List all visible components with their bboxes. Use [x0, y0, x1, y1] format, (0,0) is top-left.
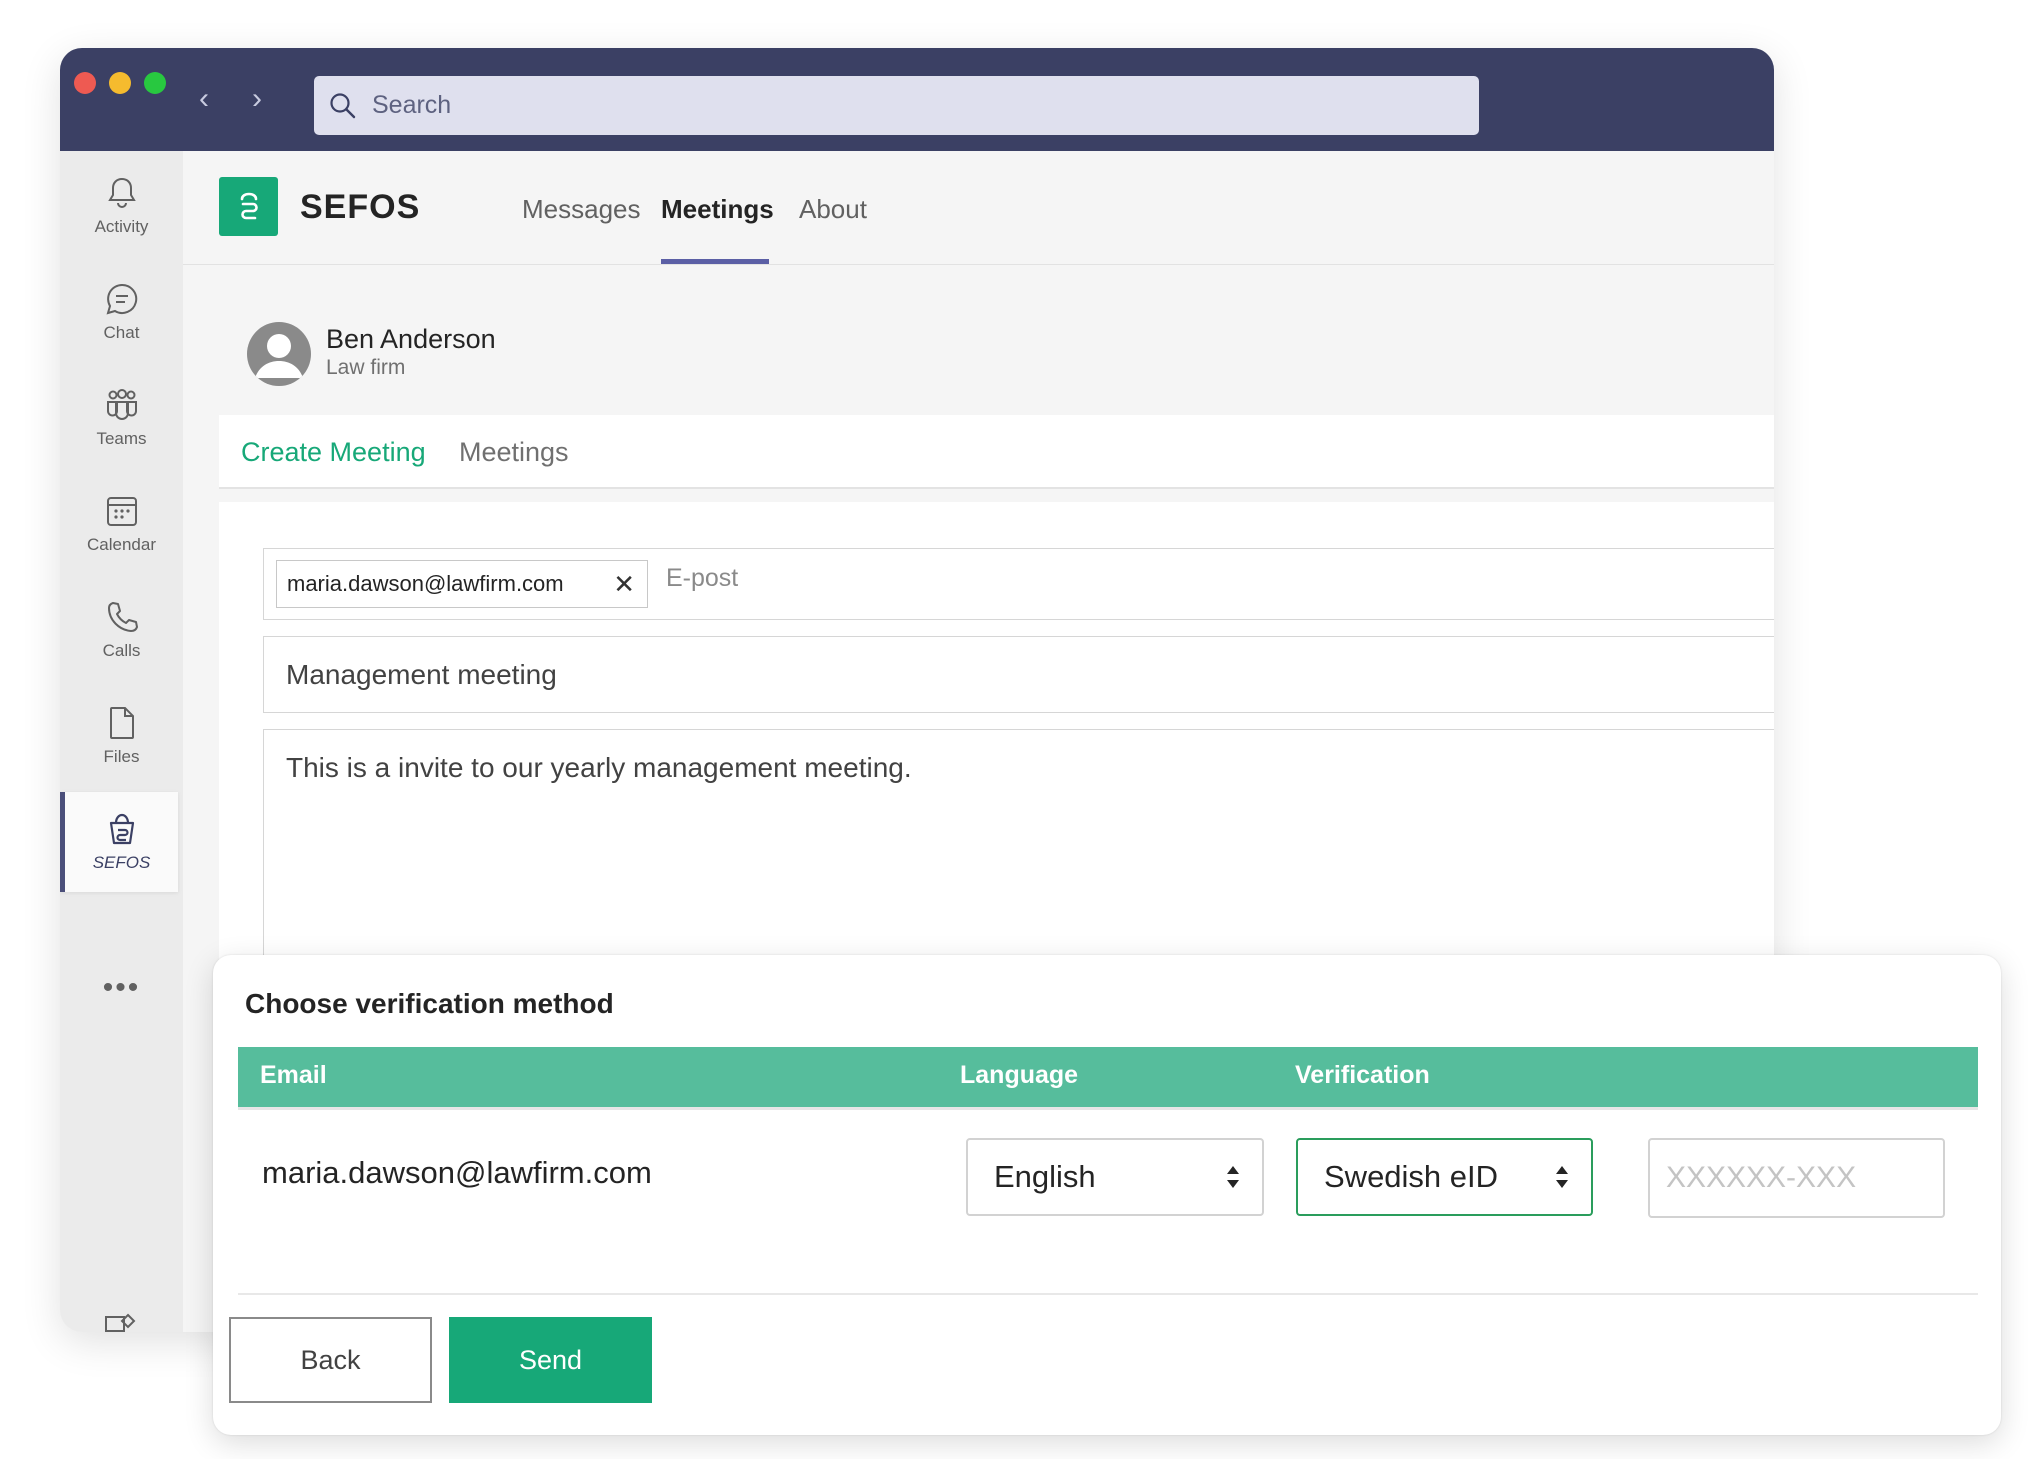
sefos-icon — [109, 813, 134, 845]
user-avatar-icon — [255, 334, 303, 378]
forward-arrow-icon[interactable]: › — [243, 84, 271, 116]
recipient-field[interactable]: maria.dawson@lawfirm.com ✕ — [263, 548, 1774, 620]
search-icon — [330, 92, 356, 118]
language-select[interactable]: English — [966, 1138, 1264, 1216]
subtab-create-meeting[interactable]: Create Meeting — [241, 437, 426, 468]
app-header: SEFOS Messages Meetings About — [183, 151, 1774, 265]
verification-select[interactable]: Swedish eID — [1296, 1138, 1593, 1216]
avatar — [247, 322, 311, 386]
rail-item-chat[interactable]: Chat — [60, 262, 183, 362]
active-tab-indicator — [661, 259, 769, 264]
apps-store-icon[interactable] — [104, 1311, 140, 1332]
search-input[interactable] — [370, 90, 1374, 121]
file-icon — [109, 707, 134, 739]
recipient-chip-label: maria.dawson@lawfirm.com — [287, 571, 564, 596]
search-bar[interactable] — [314, 76, 1479, 135]
subtab-meetings[interactable]: Meetings — [459, 437, 569, 468]
table-header: Email Language Verification — [238, 1047, 1978, 1110]
user-name: Ben Anderson — [326, 324, 496, 354]
chat-icon — [106, 283, 137, 315]
personal-id-input[interactable] — [1648, 1138, 1945, 1218]
row-email-value: maria.dawson@lawfirm.com — [262, 1155, 652, 1190]
subject-input[interactable] — [263, 636, 1774, 713]
rail-item-files[interactable]: Files — [60, 686, 183, 786]
brand-name: SEFOS — [300, 188, 421, 226]
meeting-subtabs: Create Meeting Meetings — [219, 415, 1774, 489]
rail-label: Teams — [96, 429, 147, 448]
verification-modal: Choose verification method Email Languag… — [213, 955, 2001, 1435]
modal-divider — [238, 1293, 1978, 1295]
rail-item-sefos[interactable]: SEFOS — [60, 792, 178, 892]
tab-meetings[interactable]: Meetings — [661, 194, 774, 225]
close-window-button[interactable] — [74, 72, 96, 94]
modal-title: Choose verification method — [245, 988, 614, 1019]
verification-select-value: Swedish eID — [1324, 1159, 1499, 1194]
tab-about[interactable]: About — [799, 194, 867, 225]
column-email: Email — [260, 1061, 327, 1089]
rail-label: Activity — [94, 217, 149, 236]
send-button[interactable]: Send — [449, 1317, 652, 1403]
column-language: Language — [960, 1061, 1079, 1089]
phone-icon — [107, 602, 138, 632]
select-arrows-icon — [1556, 1166, 1568, 1188]
rail-item-activity[interactable]: Activity — [60, 156, 183, 256]
remove-recipient-icon[interactable]: ✕ — [613, 569, 635, 600]
rail-label: Calendar — [87, 535, 156, 554]
rail-item-calls[interactable]: Calls — [60, 580, 183, 680]
teams-icon — [106, 389, 137, 420]
tab-messages[interactable]: Messages — [522, 194, 641, 225]
language-select-value: English — [994, 1159, 1096, 1194]
maximize-window-button[interactable] — [144, 72, 166, 94]
back-arrow-icon[interactable]: ‹ — [190, 84, 218, 116]
user-organization: Law firm — [326, 356, 406, 379]
email-input[interactable] — [664, 563, 1468, 594]
rail-item-calendar[interactable]: Calendar — [60, 474, 183, 574]
rail-label: Chat — [103, 323, 140, 342]
column-verification: Verification — [1295, 1061, 1430, 1089]
recipient-chip: maria.dawson@lawfirm.com ✕ — [276, 560, 648, 608]
back-button[interactable]: Back — [229, 1317, 432, 1403]
calendar-icon — [106, 497, 137, 526]
more-apps-icon[interactable]: ••• — [60, 971, 183, 1005]
app-rail: Activity Chat Teams Calendar Calls Files… — [60, 151, 183, 1332]
rail-label: SEFOS — [92, 853, 151, 872]
minimize-window-button[interactable] — [109, 72, 131, 94]
title-bar: ‹ › — [60, 48, 1774, 151]
rail-item-teams[interactable]: Teams — [60, 368, 183, 468]
rail-label: Calls — [102, 641, 141, 660]
select-arrows-icon — [1227, 1166, 1239, 1188]
sefos-logo-icon — [219, 177, 278, 236]
rail-label: Files — [103, 747, 140, 766]
bell-icon — [107, 177, 136, 208]
